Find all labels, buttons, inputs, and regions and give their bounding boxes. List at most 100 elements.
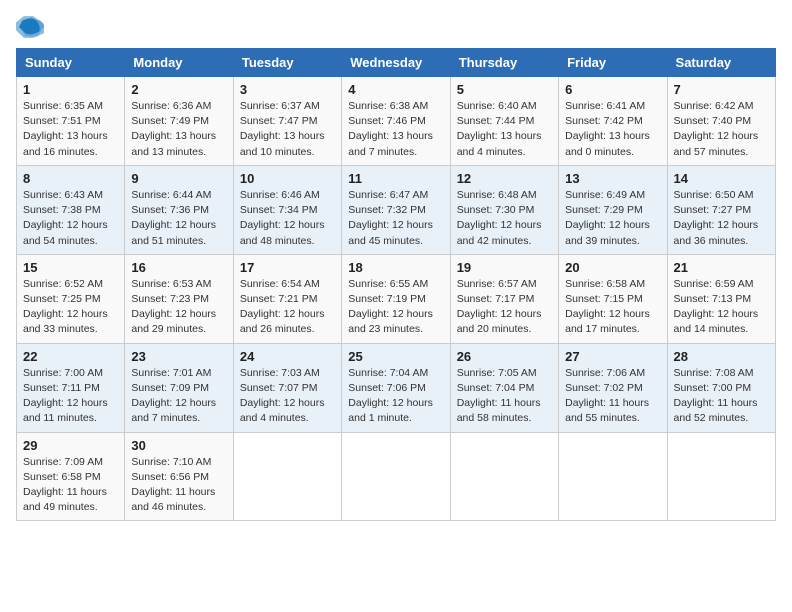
day-cell [450, 432, 558, 521]
day-number: 20 [565, 260, 660, 275]
day-number: 16 [131, 260, 226, 275]
day-cell: 27 Sunrise: 7:06 AMSunset: 7:02 PMDayligh… [559, 343, 667, 432]
day-cell: 5 Sunrise: 6:40 AMSunset: 7:44 PMDaylight… [450, 77, 558, 166]
column-header-thursday: Thursday [450, 49, 558, 77]
day-number: 26 [457, 349, 552, 364]
day-detail: Sunrise: 6:53 AMSunset: 7:23 PMDaylight:… [131, 278, 216, 336]
week-row-2: 8 Sunrise: 6:43 AMSunset: 7:38 PMDaylight… [17, 165, 776, 254]
day-number: 22 [23, 349, 118, 364]
column-header-monday: Monday [125, 49, 233, 77]
day-cell: 22 Sunrise: 7:00 AMSunset: 7:11 PMDayligh… [17, 343, 125, 432]
week-row-4: 22 Sunrise: 7:00 AMSunset: 7:11 PMDayligh… [17, 343, 776, 432]
day-detail: Sunrise: 7:10 AMSunset: 6:56 PMDaylight:… [131, 456, 215, 514]
day-number: 5 [457, 82, 552, 97]
day-detail: Sunrise: 6:47 AMSunset: 7:32 PMDaylight:… [348, 189, 433, 247]
day-number: 2 [131, 82, 226, 97]
day-number: 17 [240, 260, 335, 275]
day-number: 21 [674, 260, 769, 275]
day-detail: Sunrise: 6:36 AMSunset: 7:49 PMDaylight:… [131, 100, 216, 158]
day-number: 23 [131, 349, 226, 364]
header-row: SundayMondayTuesdayWednesdayThursdayFrid… [17, 49, 776, 77]
day-detail: Sunrise: 6:41 AMSunset: 7:42 PMDaylight:… [565, 100, 650, 158]
day-detail: Sunrise: 6:42 AMSunset: 7:40 PMDaylight:… [674, 100, 759, 158]
day-cell [342, 432, 450, 521]
day-detail: Sunrise: 6:46 AMSunset: 7:34 PMDaylight:… [240, 189, 325, 247]
day-cell: 8 Sunrise: 6:43 AMSunset: 7:38 PMDaylight… [17, 165, 125, 254]
day-detail: Sunrise: 6:37 AMSunset: 7:47 PMDaylight:… [240, 100, 325, 158]
day-detail: Sunrise: 6:44 AMSunset: 7:36 PMDaylight:… [131, 189, 216, 247]
day-cell: 1Sunrise: 6:35 AMSunset: 7:51 PMDaylight… [17, 77, 125, 166]
day-cell: 6 Sunrise: 6:41 AMSunset: 7:42 PMDaylight… [559, 77, 667, 166]
calendar-table: SundayMondayTuesdayWednesdayThursdayFrid… [16, 48, 776, 521]
day-number: 11 [348, 171, 443, 186]
day-number: 10 [240, 171, 335, 186]
day-cell: 29 Sunrise: 7:09 AMSunset: 6:58 PMDayligh… [17, 432, 125, 521]
day-number: 4 [348, 82, 443, 97]
day-detail: Sunrise: 7:00 AMSunset: 7:11 PMDaylight:… [23, 367, 108, 425]
day-cell: 19Sunrise: 6:57 AMSunset: 7:17 PMDayligh… [450, 254, 558, 343]
column-header-wednesday: Wednesday [342, 49, 450, 77]
day-detail: Sunrise: 7:09 AMSunset: 6:58 PMDaylight:… [23, 456, 107, 514]
day-detail: Sunrise: 6:54 AMSunset: 7:21 PMDaylight:… [240, 278, 325, 336]
day-number: 12 [457, 171, 552, 186]
day-detail: Sunrise: 6:38 AMSunset: 7:46 PMDaylight:… [348, 100, 433, 158]
day-cell: 14 Sunrise: 6:50 AMSunset: 7:27 PMDayligh… [667, 165, 775, 254]
day-number: 30 [131, 438, 226, 453]
day-number: 1 [23, 82, 118, 97]
day-number: 14 [674, 171, 769, 186]
day-cell: 26 Sunrise: 7:05 AMSunset: 7:04 PMDayligh… [450, 343, 558, 432]
day-cell: 2 Sunrise: 6:36 AMSunset: 7:49 PMDaylight… [125, 77, 233, 166]
day-number: 27 [565, 349, 660, 364]
day-cell: 7 Sunrise: 6:42 AMSunset: 7:40 PMDaylight… [667, 77, 775, 166]
day-cell: 9 Sunrise: 6:44 AMSunset: 7:36 PMDaylight… [125, 165, 233, 254]
day-detail: Sunrise: 6:49 AMSunset: 7:29 PMDaylight:… [565, 189, 650, 247]
day-detail: Sunrise: 7:03 AMSunset: 7:07 PMDaylight:… [240, 367, 325, 425]
day-detail: Sunrise: 6:55 AMSunset: 7:19 PMDaylight:… [348, 278, 433, 336]
day-detail: Sunrise: 7:06 AMSunset: 7:02 PMDaylight:… [565, 367, 649, 425]
day-cell: 21 Sunrise: 6:59 AMSunset: 7:13 PMDayligh… [667, 254, 775, 343]
calendar-body: 1Sunrise: 6:35 AMSunset: 7:51 PMDaylight… [17, 77, 776, 521]
logo-icon [16, 16, 44, 38]
day-number: 3 [240, 82, 335, 97]
day-number: 8 [23, 171, 118, 186]
day-cell: 25 Sunrise: 7:04 AMSunset: 7:06 PMDayligh… [342, 343, 450, 432]
day-cell [667, 432, 775, 521]
day-number: 13 [565, 171, 660, 186]
week-row-1: 1Sunrise: 6:35 AMSunset: 7:51 PMDaylight… [17, 77, 776, 166]
day-number: 18 [348, 260, 443, 275]
day-number: 24 [240, 349, 335, 364]
day-number: 7 [674, 82, 769, 97]
day-detail: Sunrise: 7:01 AMSunset: 7:09 PMDaylight:… [131, 367, 216, 425]
day-detail: Sunrise: 6:52 AMSunset: 7:25 PMDaylight:… [23, 278, 108, 336]
day-cell: 23 Sunrise: 7:01 AMSunset: 7:09 PMDayligh… [125, 343, 233, 432]
day-detail: Sunrise: 6:59 AMSunset: 7:13 PMDaylight:… [674, 278, 759, 336]
day-number: 25 [348, 349, 443, 364]
day-cell: 4 Sunrise: 6:38 AMSunset: 7:46 PMDaylight… [342, 77, 450, 166]
day-cell [233, 432, 341, 521]
day-detail: Sunrise: 6:43 AMSunset: 7:38 PMDaylight:… [23, 189, 108, 247]
calendar-header: SundayMondayTuesdayWednesdayThursdayFrid… [17, 49, 776, 77]
day-detail: Sunrise: 7:04 AMSunset: 7:06 PMDaylight:… [348, 367, 433, 425]
week-row-5: 29 Sunrise: 7:09 AMSunset: 6:58 PMDayligh… [17, 432, 776, 521]
day-cell: 28Sunrise: 7:08 AMSunset: 7:00 PMDayligh… [667, 343, 775, 432]
day-detail: Sunrise: 6:50 AMSunset: 7:27 PMDaylight:… [674, 189, 759, 247]
column-header-friday: Friday [559, 49, 667, 77]
day-detail: Sunrise: 6:48 AMSunset: 7:30 PMDaylight:… [457, 189, 542, 247]
day-cell: 20Sunrise: 6:58 AMSunset: 7:15 PMDayligh… [559, 254, 667, 343]
logo [16, 16, 48, 38]
day-number: 19 [457, 260, 552, 275]
day-number: 6 [565, 82, 660, 97]
day-cell: 3 Sunrise: 6:37 AMSunset: 7:47 PMDaylight… [233, 77, 341, 166]
day-cell: 18 Sunrise: 6:55 AMSunset: 7:19 PMDayligh… [342, 254, 450, 343]
day-detail: Sunrise: 7:05 AMSunset: 7:04 PMDaylight:… [457, 367, 541, 425]
day-cell: 12 Sunrise: 6:48 AMSunset: 7:30 PMDayligh… [450, 165, 558, 254]
column-header-saturday: Saturday [667, 49, 775, 77]
day-number: 28 [674, 349, 769, 364]
day-number: 29 [23, 438, 118, 453]
day-cell: 10 Sunrise: 6:46 AMSunset: 7:34 PMDayligh… [233, 165, 341, 254]
day-detail: Sunrise: 6:40 AMSunset: 7:44 PMDaylight:… [457, 100, 542, 158]
day-number: 15 [23, 260, 118, 275]
day-number: 9 [131, 171, 226, 186]
page-header [16, 16, 776, 38]
week-row-3: 15 Sunrise: 6:52 AMSunset: 7:25 PMDayligh… [17, 254, 776, 343]
